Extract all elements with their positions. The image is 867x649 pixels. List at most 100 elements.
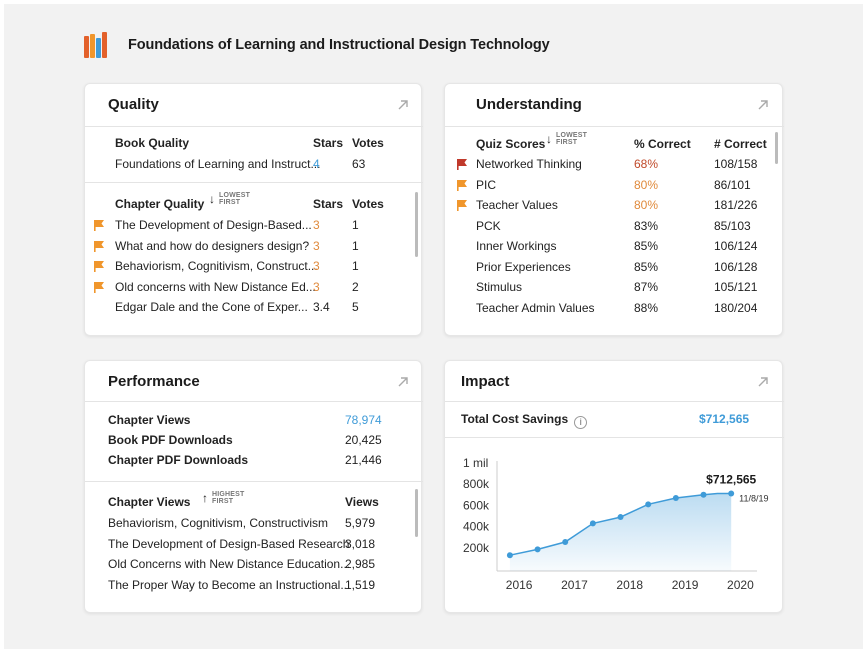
sort-label: LOWEST FIRST: [556, 132, 588, 146]
sort-label: HIGHEST FIRST: [212, 491, 245, 505]
y-tick-label: 1 mil: [463, 456, 488, 470]
stat-value: 21,446: [345, 453, 382, 467]
chapter-name[interactable]: Behaviorism, Cognitivism, Constructivism: [108, 516, 328, 530]
impact-chart: 200k 400k 600k 800k 1 mil 2016 2017 2018 2019 202…: [463, 456, 769, 592]
chapter-name[interactable]: The Proper Way to Become an Instructiona…: [108, 578, 350, 592]
quiz-name[interactable]: PCK: [476, 219, 501, 233]
data-point: [645, 501, 652, 508]
chapter-stars-header: Stars: [313, 197, 344, 211]
page-title: Foundations of Learning and Instructiona…: [128, 37, 550, 53]
chapter-name[interactable]: The Development of Design-Based...: [115, 218, 312, 232]
data-point: [506, 552, 513, 559]
chapter-stars: 3: [313, 259, 320, 273]
expand-arrow-icon[interactable]: [397, 376, 409, 388]
chapter-stars: 3: [313, 279, 320, 294]
quiz-pct: 83%: [634, 218, 659, 233]
flag-icon: [94, 261, 104, 272]
chapter-votes: 1: [352, 218, 359, 232]
stat-label: Chapter PDF Downloads: [108, 453, 249, 467]
sort-lowest-first[interactable]: ↓ LOWEST FIRST: [209, 192, 250, 206]
quiz-num: 106/128: [714, 259, 758, 274]
data-point: [672, 494, 679, 501]
quiz-name[interactable]: PIC: [476, 178, 496, 192]
quiz-name[interactable]: Teacher Admin Values: [476, 301, 595, 315]
scrollbar[interactable]: [415, 192, 418, 257]
chapter-name[interactable]: The Development of Design-Based Research: [108, 537, 349, 551]
arrow-up-icon: ↑: [202, 491, 208, 505]
chapter-views-header[interactable]: Chapter Views: [108, 495, 190, 509]
quiz-pct: 80%: [634, 198, 659, 212]
quiz-scores-header[interactable]: Quiz Scores: [476, 137, 545, 151]
stars-header: Stars: [313, 136, 344, 150]
y-tick-label: 400k: [463, 520, 490, 534]
divider: [85, 126, 423, 127]
last-date-label: 11/8/19: [739, 493, 768, 503]
chapter-name[interactable]: Behaviorism, Cognitivism, Construct...: [115, 259, 318, 273]
performance-title: Performance: [108, 373, 200, 390]
quiz-num: 105/121: [714, 280, 758, 294]
chapter-votes: 1: [352, 259, 359, 273]
quiz-name[interactable]: Inner Workings: [476, 239, 556, 253]
data-point: [728, 490, 735, 497]
arrow-down-icon: ↓: [546, 132, 552, 146]
quiz-num: 108/158: [714, 157, 758, 171]
x-tick-label: 2020: [727, 578, 754, 592]
chapter-name[interactable]: What and how do designers design?: [115, 239, 309, 253]
scrollbar[interactable]: [775, 132, 778, 164]
x-tick-label: 2019: [672, 578, 699, 592]
divider: [85, 182, 423, 183]
flag-icon: [457, 200, 467, 211]
divider: [85, 481, 423, 482]
quiz-num: 181/226: [714, 198, 758, 212]
sort-label: LOWEST FIRST: [219, 192, 251, 206]
quiz-pct: 68%: [634, 157, 659, 171]
book-stars: 4: [313, 157, 320, 171]
chapter-name[interactable]: Old concerns with New Distance Ed...: [115, 280, 316, 294]
y-tick-label: 200k: [463, 541, 490, 555]
chapter-votes: 2: [352, 279, 359, 294]
savings-value: $712,565: [699, 412, 750, 426]
chapter-name[interactable]: Old Concerns with New Distance Education…: [108, 557, 350, 571]
chapter-views: 3,018: [345, 536, 376, 551]
expand-arrow-icon[interactable]: [757, 99, 769, 111]
stat-label: Chapter Views: [108, 413, 191, 427]
stat-value: 20,425: [345, 433, 382, 447]
impact-card: Impact Total Cost Savings i $712,565 200k…: [444, 360, 784, 613]
x-tick-label: 2018: [616, 578, 643, 592]
quiz-pct: 80%: [634, 177, 659, 192]
quiz-name[interactable]: Prior Experiences: [476, 260, 571, 274]
book-name[interactable]: Foundations of Learning and Instruct...: [115, 157, 320, 171]
book-quality-header: Book Quality: [115, 136, 190, 150]
data-point: [534, 546, 541, 553]
quiz-pct: 88%: [634, 300, 659, 315]
chapter-views: 1,519: [345, 577, 376, 592]
expand-arrow-icon[interactable]: [757, 376, 769, 388]
chapter-votes-header: Votes: [352, 197, 384, 211]
last-value-label: $712,565: [706, 472, 756, 486]
flag-icon: [457, 159, 467, 170]
chapter-views: 5,979: [345, 516, 376, 530]
book-votes: 63: [352, 157, 366, 171]
info-icon[interactable]: i: [574, 416, 588, 429]
sort-lowest-first[interactable]: ↓ LOWEST FIRST: [546, 132, 587, 146]
flag-icon: [94, 220, 104, 231]
stat-value: 78,974: [345, 413, 382, 427]
chapter-name[interactable]: Edgar Dale and the Cone of Exper...: [115, 300, 308, 314]
flag-icon: [94, 240, 104, 252]
data-point: [562, 538, 569, 545]
expand-arrow-icon[interactable]: [397, 99, 409, 111]
divider: [445, 126, 784, 127]
understanding-title: Understanding: [476, 96, 582, 113]
y-tick-label: 800k: [463, 477, 490, 491]
quiz-name[interactable]: Teacher Values: [476, 198, 558, 212]
page-header: Foundations of Learning and Instructiona…: [84, 32, 550, 58]
quiz-num: 180/204: [714, 300, 758, 315]
quiz-num: 106/124: [714, 239, 758, 253]
quiz-name[interactable]: Stimulus: [476, 280, 522, 294]
quality-card: Quality Book Quality Stars Votes Foundat…: [84, 83, 423, 336]
quiz-name[interactable]: Networked Thinking: [476, 157, 582, 171]
chapter-quality-header[interactable]: Chapter Quality: [115, 197, 204, 211]
sort-highest-first[interactable]: ↑ HIGHEST FIRST: [202, 491, 245, 505]
scrollbar[interactable]: [415, 489, 418, 537]
understanding-card: Understanding Quiz Scores ↓ LOWEST FIRST …: [444, 83, 784, 336]
